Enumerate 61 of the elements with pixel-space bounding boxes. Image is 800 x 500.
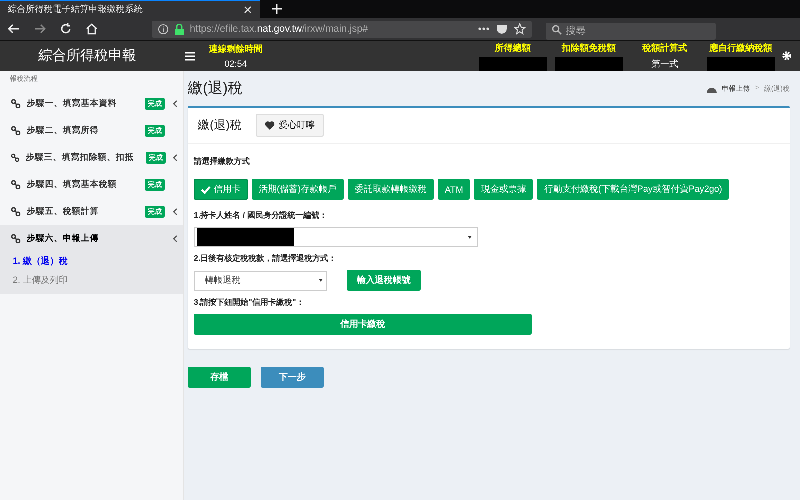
app-title: 綜合所得稅申報 <box>38 47 138 65</box>
sidebar-item-label: 步驟四、填寫基本稅額 <box>27 178 117 190</box>
chevron-icon[interactable] <box>172 234 178 242</box>
reload-icon[interactable] <box>60 23 72 35</box>
sidebar-subitem[interactable]: 1. 繳（退）稅 <box>0 252 183 271</box>
link-icon <box>11 152 20 162</box>
sidebar-item-label: 步驟二、填寫所得 <box>27 124 99 136</box>
page-title: 繳(退)稅 <box>188 79 243 98</box>
forward-icon <box>34 23 46 35</box>
cardholder-select[interactable] <box>194 227 478 247</box>
field-label: 2.日後有核定稅稅款，請選擇退稅方式： <box>194 253 338 264</box>
redacted-value <box>479 56 547 70</box>
refund-select[interactable]: 轉帳退稅 <box>194 270 327 290</box>
summary-label: 應自行繳納稅額 <box>710 42 772 54</box>
sidebar-item-label: 步驟五、稅額計算 <box>27 206 99 218</box>
summary-label: 所得總額 <box>495 42 531 54</box>
home-icon[interactable] <box>86 23 98 35</box>
chevron-icon[interactable] <box>172 154 178 162</box>
star-icon[interactable] <box>514 23 526 35</box>
sidebar-subitem[interactable]: 2. 上傳及列印 <box>0 271 183 290</box>
link-icon <box>11 126 21 136</box>
browser-tab[interactable]: 綜合所得稅電子結算申報繳稅系統 <box>0 0 260 18</box>
summary-value: 第一式 <box>652 56 678 70</box>
address-bar[interactable]: https://efile.tax.nat.gov.tw/irxw/main.jsp# <box>152 20 532 38</box>
reminder-button[interactable]: 愛心叮嚀 <box>256 114 324 137</box>
sidebar-item-label: 步驟六、申報上傳 <box>27 232 99 244</box>
search-icon <box>552 24 562 34</box>
heart-icon <box>265 121 275 130</box>
timer-label: 連線剩餘時間 <box>209 43 263 56</box>
settings-icon[interactable] <box>782 51 792 61</box>
redacted-value <box>555 56 623 70</box>
plus-icon[interactable] <box>272 4 282 14</box>
link-icon <box>11 98 21 108</box>
chevron-icon[interactable] <box>172 208 178 216</box>
summary-label: 稅額計算式 <box>642 42 688 54</box>
sidebar-item-label: 步驟三、填寫扣除額、扣抵 <box>26 152 134 164</box>
field-label: 3.請按下鈕開始"信用卡繳稅"： <box>194 297 306 308</box>
more-icon[interactable] <box>478 27 490 31</box>
field-label: 1.持卡人姓名 / 國民身分證統一編號： <box>194 210 328 221</box>
back-icon[interactable] <box>8 23 20 35</box>
summary-label: 扣除額免稅額 <box>562 42 616 54</box>
sidebar-item-label: 步驟一、填寫基本資料 <box>27 98 117 110</box>
search-field[interactable]: 搜尋 <box>546 22 716 40</box>
caret-icon <box>468 236 472 238</box>
lock-icon <box>175 24 184 34</box>
check-icon <box>201 186 211 194</box>
url-text: https://efile.tax.nat.gov.tw/irxw/main.jsp# <box>190 24 368 34</box>
link-icon <box>11 180 21 190</box>
link-icon <box>11 234 21 244</box>
close-icon[interactable] <box>244 6 252 14</box>
card-title: 繳(退)稅 <box>198 117 242 134</box>
timer-value: 02:54 <box>224 59 248 69</box>
next-button[interactable]: 下一步 <box>261 367 324 388</box>
method-prompt: 請選擇繳款方式 <box>194 156 251 167</box>
link-icon <box>11 206 21 216</box>
caret-icon <box>319 279 323 282</box>
info-icon[interactable] <box>158 24 169 34</box>
chevron-icon[interactable] <box>172 100 178 108</box>
redacted-value <box>707 56 775 70</box>
menu-icon[interactable] <box>185 52 195 60</box>
sidebar-row[interactable]: 步驟六、申報上傳 <box>0 225 183 252</box>
